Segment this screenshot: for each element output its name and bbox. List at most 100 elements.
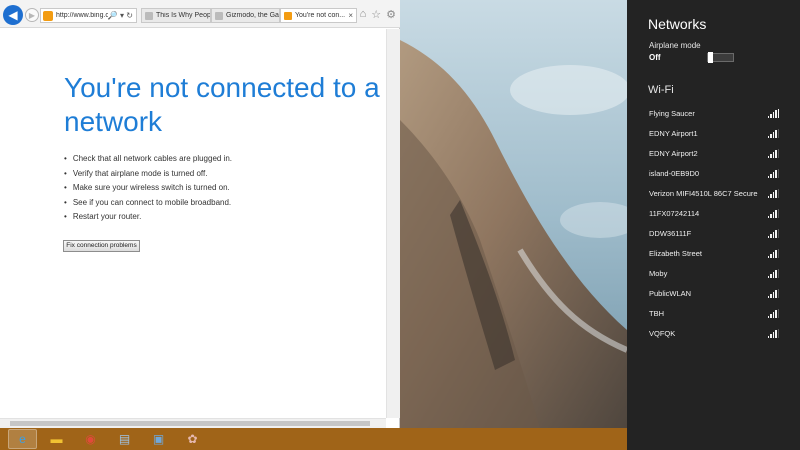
wifi-network-item[interactable]: TBH [649, 303, 779, 323]
vertical-scrollbar[interactable] [386, 29, 400, 418]
airplane-mode-toggle[interactable] [707, 52, 734, 63]
network-name: PublicWLAN [649, 288, 692, 298]
signal-bar [772, 292, 774, 298]
signal-bar [772, 232, 774, 238]
network-name: VQFQK [649, 328, 676, 338]
signal-bar [777, 168, 779, 178]
remote-desktop-icon[interactable]: ▣ [144, 429, 173, 449]
signal-bar [775, 150, 777, 158]
wifi-network-item[interactable]: VQFQK [649, 323, 779, 343]
signal-bar [767, 175, 769, 178]
tab-not-connected[interactable]: You're not con... × [280, 8, 357, 23]
list-item: Make sure your wireless switch is turned… [64, 181, 232, 196]
notepad-icon[interactable]: ▤ [110, 429, 139, 449]
network-name: Flying Saucer [649, 108, 695, 118]
signal-bar [777, 208, 779, 218]
chrome-icon[interactable]: ◉ [76, 429, 105, 449]
signal-bar [767, 335, 769, 338]
signal-bar [767, 295, 769, 298]
wifi-network-item[interactable]: Flying Saucer [649, 103, 779, 123]
signal-bar [777, 328, 779, 338]
signal-bar [777, 128, 779, 138]
wifi-network-item[interactable]: PublicWLAN [649, 283, 779, 303]
fix-connection-button[interactable]: Fix connection problems [63, 240, 140, 252]
signal-bar [772, 332, 774, 338]
signal-bar [772, 192, 774, 198]
signal-bar [775, 130, 777, 138]
horizontal-scrollbar[interactable] [0, 418, 386, 428]
close-tab-icon[interactable]: × [348, 11, 353, 20]
forward-button[interactable]: ▶ [25, 8, 39, 22]
airplane-mode-label: Airplane mode [649, 41, 701, 50]
wifi-signal-icon [767, 228, 779, 238]
signal-bar [775, 170, 777, 178]
signal-bar [772, 132, 774, 138]
signal-bar [775, 290, 777, 298]
wifi-signal-icon [767, 308, 779, 318]
address-url[interactable]: http://www.bing.com [56, 12, 108, 19]
wifi-network-item[interactable]: Moby [649, 263, 779, 283]
signal-bar [770, 233, 772, 238]
favorites-star-icon[interactable]: ☆ [371, 8, 381, 21]
network-name: EDNY Airport1 [649, 128, 698, 138]
wifi-network-item[interactable]: Elizabeth Street [649, 243, 779, 263]
page-content: You're not connected to a network Check … [0, 29, 386, 418]
signal-bar [767, 195, 769, 198]
file-explorer-icon[interactable]: ▬ [42, 429, 71, 449]
signal-bar [767, 315, 769, 318]
signal-bar [770, 173, 772, 178]
wifi-network-item[interactable]: Verizon MIFI4510L 86C7 Secure [649, 183, 779, 203]
list-item: Restart your router. [64, 210, 232, 225]
list-item: Verify that airplane mode is turned off. [64, 167, 232, 182]
signal-bar [777, 248, 779, 258]
signal-bar [775, 210, 777, 218]
wifi-network-item[interactable]: DDW36111F [649, 223, 779, 243]
wifi-network-item[interactable]: EDNY Airport2 [649, 143, 779, 163]
signal-bar [777, 288, 779, 298]
network-name: 11FX07242114 [649, 208, 700, 218]
signal-bar [770, 313, 772, 318]
wifi-signal-icon [767, 328, 779, 338]
wifi-signal-icon [767, 128, 779, 138]
signal-bar [770, 153, 772, 158]
network-name: Moby [649, 268, 668, 278]
wifi-signal-icon [767, 168, 779, 178]
signal-bar [770, 133, 772, 138]
networks-panel: Networks Airplane mode Off Wi-Fi Flying … [627, 0, 800, 450]
back-button[interactable]: ◀ [3, 5, 23, 25]
signal-bar [775, 270, 777, 278]
tab-page-icon [215, 11, 223, 20]
internet-explorer-icon[interactable]: e [8, 429, 37, 449]
scrollbar-thumb[interactable] [10, 421, 370, 426]
taskbar: e ▬ ◉ ▤ ▣ ✿ [0, 428, 627, 450]
signal-bar [777, 308, 779, 318]
tab-this-is-why[interactable]: This Is Why People... [141, 8, 211, 23]
network-name: EDNY Airport2 [649, 148, 698, 158]
tab-gizmodo[interactable]: Gizmodo, the Gad... [211, 8, 280, 23]
wifi-network-item[interactable]: EDNY Airport1 [649, 123, 779, 143]
signal-bar [770, 333, 772, 338]
tab-page-icon [284, 11, 292, 20]
home-icon[interactable]: ⌂ [360, 8, 367, 21]
signal-bar [767, 235, 769, 238]
search-refresh-icons[interactable]: 🔎 ▾ ↻ [108, 11, 133, 20]
signal-bar [770, 113, 772, 118]
signal-bar [772, 252, 774, 258]
page-title: You're not connected to a network [64, 72, 380, 137]
wifi-network-item[interactable]: 11FX07242114 [649, 203, 779, 223]
wifi-network-item[interactable]: island-0EB9D0 [649, 163, 779, 183]
address-bar[interactable]: http://www.bing.com 🔎 ▾ ↻ [40, 8, 137, 23]
settings-gear-icon[interactable]: ⚙ [386, 8, 396, 21]
wifi-signal-icon [767, 188, 779, 198]
toggle-thumb[interactable] [708, 52, 713, 63]
tab-label: Gizmodo, the Gad... [226, 12, 279, 19]
list-item: Check that all network cables are plugge… [64, 152, 232, 167]
wifi-signal-icon [767, 268, 779, 278]
paint-icon[interactable]: ✿ [178, 429, 207, 449]
browser-command-icons: ⌂ ☆ ⚙ [360, 8, 396, 21]
wifi-signal-icon [767, 148, 779, 158]
signal-bar [767, 275, 769, 278]
signal-bar [772, 172, 774, 178]
list-item: See if you can connect to mobile broadba… [64, 196, 232, 211]
network-name: Elizabeth Street [649, 248, 702, 258]
